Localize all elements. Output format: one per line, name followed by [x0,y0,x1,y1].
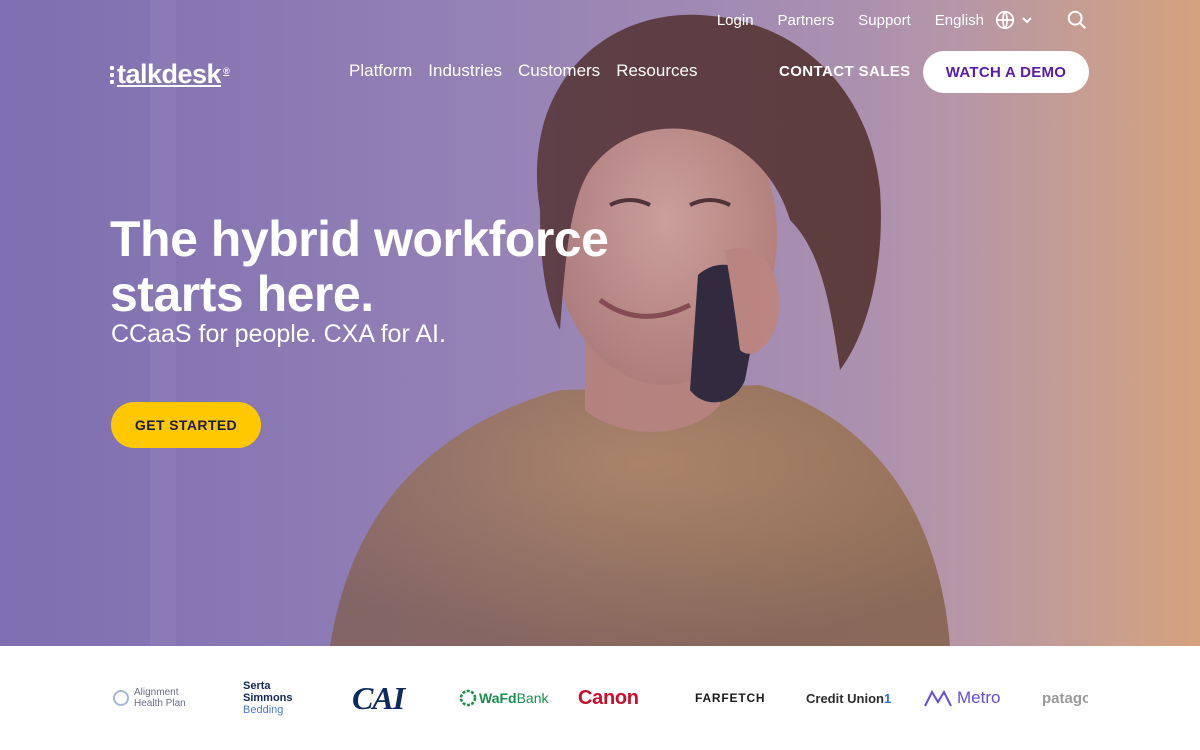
registered-mark: ® [223,65,230,76]
alignment-line-2: Health Plan [134,698,186,709]
main-nav: Platform Industries Customers Resources [349,61,713,81]
search-icon[interactable] [1066,9,1088,31]
metro-mark-icon [924,689,952,707]
patagonia-logo: patagonia [1042,689,1088,707]
nav-item-platform[interactable]: Platform [349,61,412,81]
watch-demo-button[interactable]: WATCH A DEMO [923,51,1089,93]
serta-line-2: Simmons [243,692,293,704]
utility-nav: Login Partners Support English [717,8,1200,32]
talkdesk-logo[interactable]: talkdesk ® [110,59,230,90]
globe-icon [995,10,1015,30]
wafd-bank-text: Bank [516,690,549,706]
nav-item-customers[interactable]: Customers [518,61,600,81]
cai-logo: CAI [352,679,405,716]
credit-union-1-logo: Credit Union 1 [806,646,891,750]
contact-sales-link[interactable]: CONTACT SALES [779,63,911,80]
support-link[interactable]: Support [858,12,911,29]
login-link[interactable]: Login [717,12,754,29]
wafd-mark-icon [459,689,477,707]
hero-section: Login Partners Support English talkdesk … [0,0,1200,646]
wafd-bank-logo: WaFd Bank [459,646,549,750]
hero-subheadline: CCaaS for people. CXA for AI. [111,320,446,348]
serta-line-3: Bedding [243,704,284,716]
alignment-line-1: Alignment [134,687,179,698]
logo-mark [110,63,115,87]
get-started-button[interactable]: GET STARTED [111,402,261,448]
farfetch-logo: FARFETCH [695,691,766,705]
nav-item-industries[interactable]: Industries [428,61,502,81]
language-label: English [934,11,984,29]
nav-item-resources[interactable]: Resources [616,61,697,81]
credit-union-text: Credit Union [806,690,884,706]
credit-union-number: 1 [884,690,892,706]
serta-line-1: Serta [243,680,271,692]
wafd-text: WaFd [479,690,517,706]
metro-text: Metro [957,688,1001,707]
language-selector[interactable]: English [935,9,1034,31]
logo-text: talkdesk [117,59,222,89]
alignment-health-logo: Alignment Health Plan [112,646,186,750]
alignment-mark-icon [113,690,129,706]
partners-link[interactable]: Partners [778,12,835,29]
metro-logo: Metro [923,646,1000,750]
serta-simmons-logo: Serta Simmons Bedding [243,646,293,750]
customer-logo-strip: Alignment Health Plan Serta Simmons Bedd… [0,646,1200,750]
hero-headline: The hybrid workforce starts here. [110,211,609,322]
canon-logo: Canon [578,686,639,709]
chevron-down-icon [1022,17,1032,24]
